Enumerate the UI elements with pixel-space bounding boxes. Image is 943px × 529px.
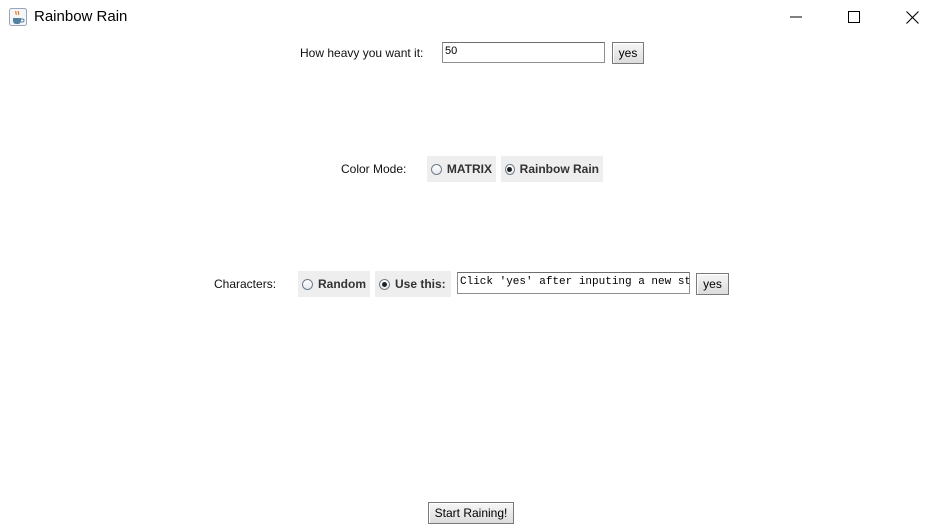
close-button[interactable] bbox=[883, 0, 941, 34]
maximize-button[interactable] bbox=[825, 0, 883, 34]
window-title: Rainbow Rain bbox=[34, 8, 128, 25]
title-bar: Rainbow Rain bbox=[0, 0, 943, 34]
java-cup-icon bbox=[9, 8, 27, 26]
radio-random-label: Random bbox=[318, 277, 366, 291]
heaviness-yes-button[interactable]: yes bbox=[612, 42, 644, 64]
close-icon bbox=[905, 10, 919, 24]
characters-yes-button[interactable]: yes bbox=[696, 273, 729, 295]
color-mode-label: Color Mode: bbox=[341, 162, 407, 176]
radio-matrix[interactable]: MATRIX bbox=[427, 156, 496, 182]
radio-rainbow-rain-label: Rainbow Rain bbox=[519, 162, 599, 176]
start-raining-button[interactable]: Start Raining! bbox=[428, 502, 514, 524]
radio-use-this-label: Use this: bbox=[395, 277, 446, 291]
custom-characters-input[interactable]: Click 'yes' after inputing a new strin bbox=[457, 272, 690, 294]
radio-random[interactable]: Random bbox=[298, 271, 370, 297]
radio-unchecked-icon bbox=[431, 163, 442, 175]
maximize-icon bbox=[848, 11, 860, 23]
minimize-icon bbox=[790, 16, 802, 18]
minimize-button[interactable] bbox=[767, 0, 825, 34]
radio-checked-icon bbox=[379, 278, 390, 290]
heaviness-input[interactable]: 50 bbox=[442, 42, 605, 63]
radio-use-this[interactable]: Use this: bbox=[375, 271, 451, 297]
radio-unchecked-icon bbox=[302, 278, 313, 290]
radio-matrix-label: MATRIX bbox=[446, 162, 492, 176]
radio-rainbow-rain[interactable]: Rainbow Rain bbox=[501, 156, 603, 182]
heaviness-label: How heavy you want it: bbox=[300, 46, 424, 60]
characters-label: Characters: bbox=[214, 277, 277, 291]
radio-checked-icon bbox=[505, 163, 515, 175]
